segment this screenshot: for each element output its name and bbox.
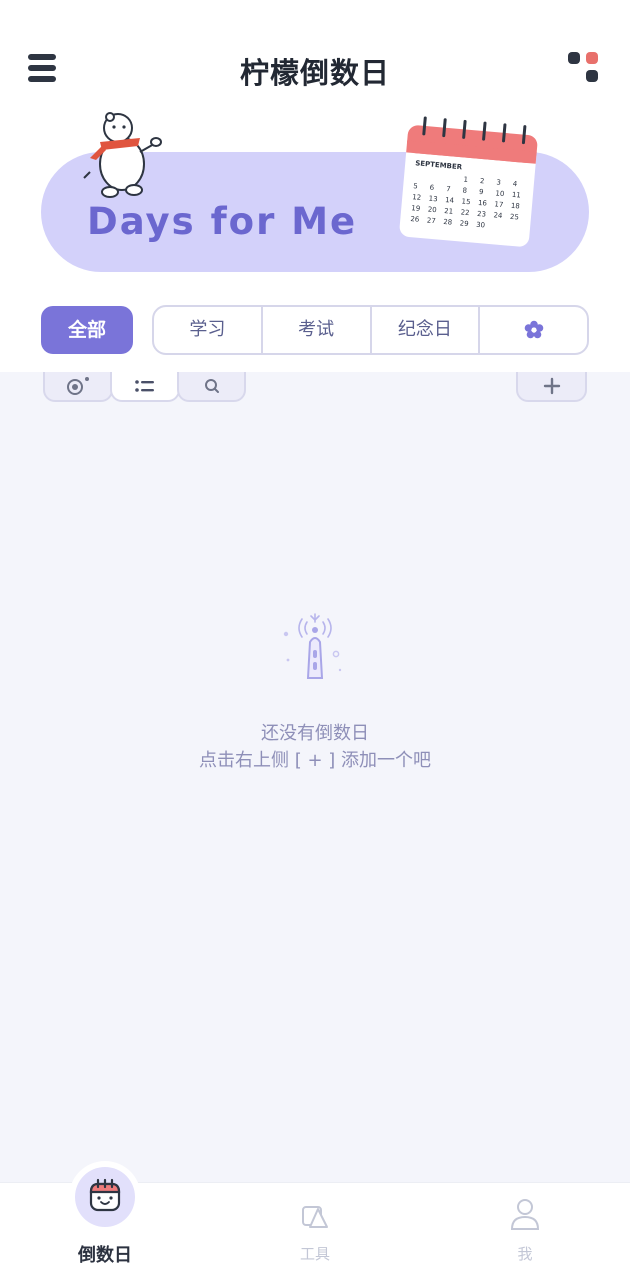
calendar-day: 15: [461, 197, 471, 206]
calendar-day: 11: [512, 191, 522, 200]
signal-tower-icon: [283, 613, 342, 679]
tab-all[interactable]: 全部: [41, 306, 133, 354]
calendar-day: 9: [479, 188, 484, 196]
calendar-day: 27: [426, 216, 436, 225]
calendar-day: 22: [460, 208, 470, 217]
calendar-face-icon: [89, 1178, 121, 1212]
calendar-day: 21: [444, 207, 454, 216]
calendar-day: 20: [427, 206, 437, 215]
search-tab[interactable]: [177, 372, 246, 402]
calendar-day: 2: [480, 177, 485, 185]
calendar-day: 30: [476, 221, 486, 230]
category-settings-button[interactable]: [480, 307, 587, 353]
target-icon: [67, 377, 89, 395]
list-view-tab[interactable]: [110, 372, 180, 402]
app-header: 柠檬倒数日: [0, 40, 630, 96]
tab-anniversary[interactable]: 纪念日: [372, 307, 481, 353]
nav-label-tools: 工具: [299, 1245, 330, 1263]
list-icon: [135, 380, 154, 392]
nav-label-me: 我: [517, 1245, 533, 1263]
nav-me[interactable]: 我: [455, 1183, 595, 1280]
calendar-day: 26: [410, 215, 420, 224]
target-view-tab[interactable]: [43, 372, 113, 402]
nav-label-countdown: 倒数日: [78, 1245, 132, 1266]
gear-icon: [524, 320, 543, 339]
person-icon: [510, 1199, 540, 1230]
calendar-day: 17: [494, 200, 504, 209]
calendar-day: 13: [428, 195, 438, 204]
nav-countdown[interactable]: 倒数日: [35, 1161, 175, 1280]
calendar-day: 7: [446, 185, 451, 193]
tab-study[interactable]: 学习: [154, 307, 263, 353]
page-title: 柠檬倒数日: [239, 56, 390, 90]
calendar-day: 24: [493, 211, 503, 220]
add-button[interactable]: [516, 372, 587, 402]
calendar-illustration: SEPTEMBER 1 2 3 45 6 7 8 9 10 1112 13 14 15 16 17 1819 2…: [399, 116, 538, 247]
tool-icon: [302, 1206, 328, 1228]
empty-state-hint: 点击右上侧 [ + ] 添加一个吧: [198, 750, 431, 771]
calendar-day: 18: [511, 202, 521, 211]
banner-title: Days for Me: [87, 200, 358, 243]
search-icon: [204, 379, 219, 393]
calendar-day: 1: [463, 176, 468, 184]
empty-state-title: 还没有倒数日: [261, 723, 369, 744]
category-segment: 学习 考试 纪念日: [152, 305, 589, 355]
bottom-nav: 倒数日 工具 我: [0, 1161, 630, 1280]
calendar-day: 16: [478, 199, 488, 208]
plus-icon: [543, 377, 560, 395]
dots-grid-icon[interactable]: [566, 50, 602, 86]
tab-exam[interactable]: 考试: [263, 307, 372, 353]
calendar-day: 29: [459, 219, 469, 228]
calendar-day: 12: [412, 193, 422, 202]
polar-bear-illustration: [83, 112, 162, 198]
calendar-day: 25: [510, 213, 520, 222]
nav-tools[interactable]: 工具: [245, 1183, 385, 1280]
calendar-day: 10: [495, 189, 505, 198]
calendar-day: 8: [462, 186, 467, 194]
calendar-day: 28: [443, 218, 453, 227]
calendar-day: 14: [445, 196, 455, 205]
calendar-day: 19: [411, 204, 421, 213]
calendar-day: 3: [496, 178, 501, 186]
calendar-day: 23: [477, 210, 487, 219]
nav-active-bubble: [69, 1161, 141, 1233]
calendar-day: 5: [413, 182, 418, 190]
